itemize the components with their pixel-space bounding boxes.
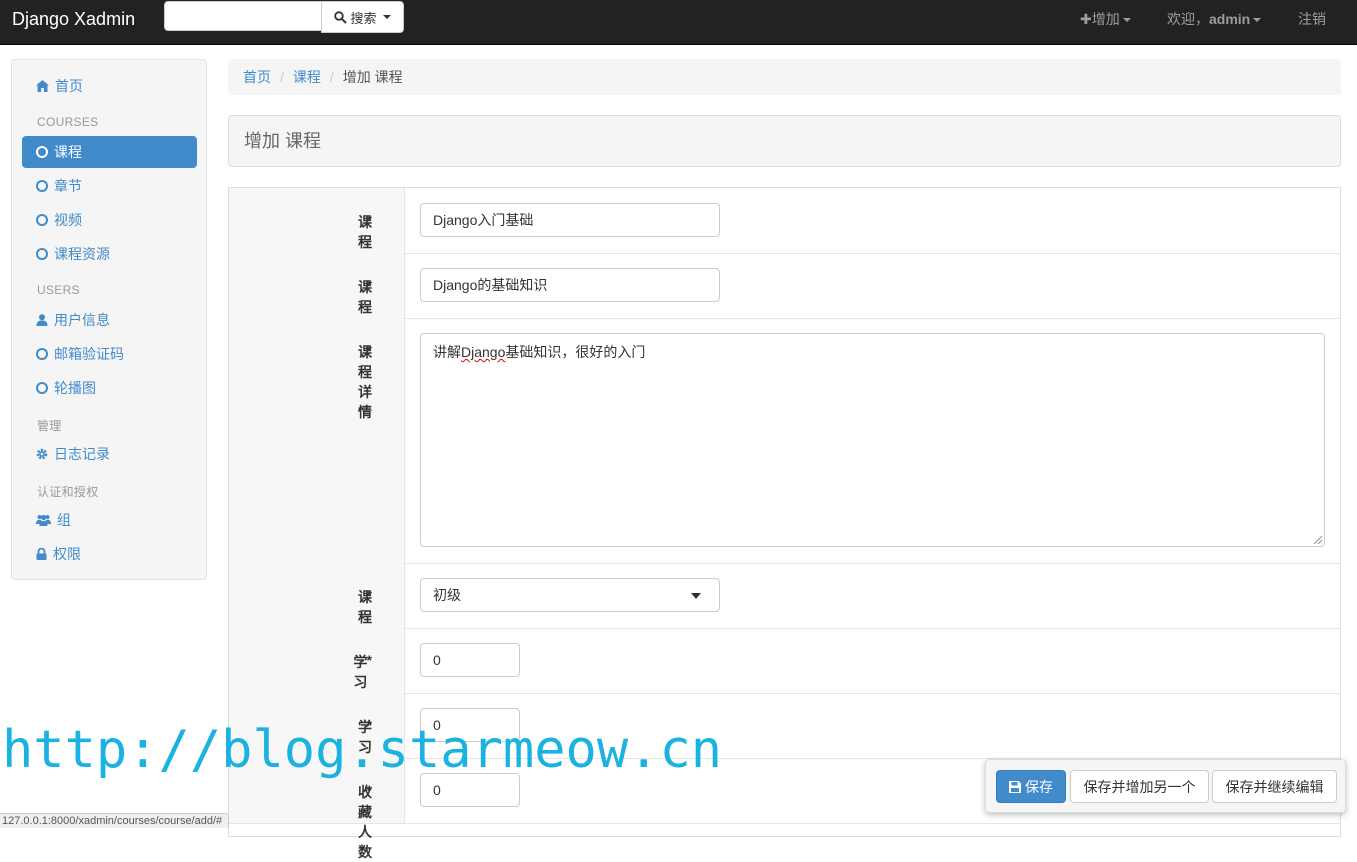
sidebar-item-label: 轮播图 (54, 380, 96, 396)
lock-icon (36, 548, 47, 560)
sidebar-item-label: 课程资源 (54, 246, 110, 262)
group-icon (36, 514, 51, 526)
sidebar: 首页 COURSES 课程 章节 视频 课程资源 USERS 用户信息 邮箱验证… (11, 59, 207, 580)
sidebar-item-course[interactable]: 课程 (22, 136, 197, 168)
course-name-input[interactable]: Django入门基础 (420, 203, 720, 237)
breadcrumb-separator: / (329, 69, 334, 85)
required-mark: * (366, 342, 372, 358)
chevron-down-icon (382, 15, 391, 19)
add-menu-label: 增加 (1091, 11, 1120, 27)
sidebar-item-label: 首页 (55, 78, 83, 94)
gear-icon (36, 448, 48, 460)
required-mark: * (366, 652, 372, 668)
sidebar-item-label: 权限 (53, 546, 81, 562)
breadcrumb-course-link[interactable]: 课程 (293, 69, 321, 85)
user-icon (36, 314, 48, 326)
sidebar-section-header: 认证和授权 (37, 485, 99, 499)
required-mark: * (366, 782, 372, 798)
circle-icon (36, 214, 48, 226)
sidebar-item-banner[interactable]: 轮播图 (22, 372, 197, 404)
breadcrumb-home-link[interactable]: 首页 (243, 69, 271, 85)
plus-icon: ✚ (1080, 11, 1092, 27)
watermark-text: http://blog.starmeow.cn (2, 720, 723, 780)
circle-icon (36, 146, 48, 158)
save-icon (1009, 780, 1021, 793)
sidebar-item-label: 课程 (54, 144, 82, 160)
sidebar-item-email-verify[interactable]: 邮箱验证码 (22, 338, 197, 370)
sidebar-item-lesson[interactable]: 章节 (22, 170, 197, 202)
sidebar-section-header: USERS (37, 283, 80, 297)
required-mark: * (366, 212, 372, 228)
circle-icon (36, 382, 48, 394)
sidebar-item-user-profile[interactable]: 用户信息 (22, 304, 197, 336)
sidebar-item-label: 章节 (54, 178, 82, 194)
home-icon (36, 80, 49, 92)
chevron-down-icon (691, 593, 701, 599)
form-row-learn-time: 学习时长(分钟数)* 0 (229, 628, 1340, 790)
learn-time-input[interactable]: 0 (420, 643, 520, 677)
course-desc-input[interactable]: Django的基础知识 (420, 268, 720, 302)
sidebar-item-label: 日志记录 (54, 446, 110, 462)
circle-icon (36, 180, 48, 192)
chevron-down-icon (1122, 18, 1131, 23)
breadcrumb-current: 增加 课程 (342, 69, 403, 85)
search-button-label: 搜索 (350, 10, 377, 26)
sidebar-item-video[interactable]: 视频 (22, 204, 197, 236)
breadcrumb: 首页 / 课程 / 增加 课程 (228, 59, 1341, 95)
save-add-another-button[interactable]: 保存并增加另一个 (1070, 770, 1209, 803)
sidebar-item-label: 视频 (54, 212, 82, 228)
sidebar-item-label: 用户信息 (54, 312, 110, 328)
required-mark: * (366, 277, 372, 293)
sidebar-section-header: COURSES (37, 115, 99, 129)
course-detail-textarea[interactable]: 讲解Django基础知识，很好的入门 (420, 333, 1325, 547)
sidebar-item-group[interactable]: 组 (22, 504, 197, 536)
form-row-desc: 课程描述* Django的基础知识 (229, 253, 1340, 355)
circle-icon (36, 348, 48, 360)
sidebar-item-label: 组 (57, 512, 71, 528)
page-title: 增加 课程 (228, 115, 1341, 167)
form-row-degree: 课程难度* 初级 (229, 563, 1340, 665)
username: admin (1209, 11, 1251, 27)
search-icon (334, 10, 348, 24)
save-continue-button[interactable]: 保存并继续编辑 (1212, 770, 1337, 803)
required-mark: * (366, 587, 372, 603)
search-button[interactable]: 搜索 (321, 1, 404, 33)
search-input[interactable] (164, 1, 322, 31)
sidebar-item-permission[interactable]: 权限 (22, 538, 197, 570)
textarea-text: 讲解Django基础知识，很好的入门 (433, 344, 646, 360)
sidebar-item-label: 邮箱验证码 (54, 346, 124, 362)
sidebar-section-header: 管理 (37, 419, 62, 433)
breadcrumb-separator: / (280, 69, 284, 85)
logout-link[interactable]: 注销 (1298, 0, 1326, 38)
sidebar-item-course-resource[interactable]: 课程资源 (22, 238, 197, 270)
degree-select[interactable]: 初级 (420, 578, 720, 612)
circle-icon (36, 248, 48, 260)
resize-handle[interactable] (1314, 536, 1322, 544)
form-row-detail: 课程详情 * 讲解Django基础知识，很好的入门 (229, 318, 1340, 564)
degree-select-value: 初级 (433, 587, 461, 603)
top-navbar: Django Xadmin 搜索 ✚增加 欢迎，admin 注销 (0, 0, 1357, 45)
user-menu[interactable]: 欢迎，admin (1167, 0, 1262, 38)
chevron-down-icon (1253, 18, 1262, 23)
form-row-name: 课程名* Django入门基础 (229, 188, 1340, 270)
sidebar-item-log[interactable]: 日志记录 (22, 438, 197, 470)
brand-logo[interactable]: Django Xadmin (12, 0, 135, 38)
add-menu[interactable]: ✚增加 (1080, 0, 1131, 38)
welcome-text: 欢迎， (1167, 11, 1209, 27)
form-action-bar: 保存 保存并增加另一个 保存并继续编辑 (985, 759, 1346, 813)
save-button-label: 保存 (1025, 778, 1053, 795)
sidebar-item-home[interactable]: 首页 (22, 70, 197, 102)
save-button[interactable]: 保存 (996, 770, 1066, 803)
